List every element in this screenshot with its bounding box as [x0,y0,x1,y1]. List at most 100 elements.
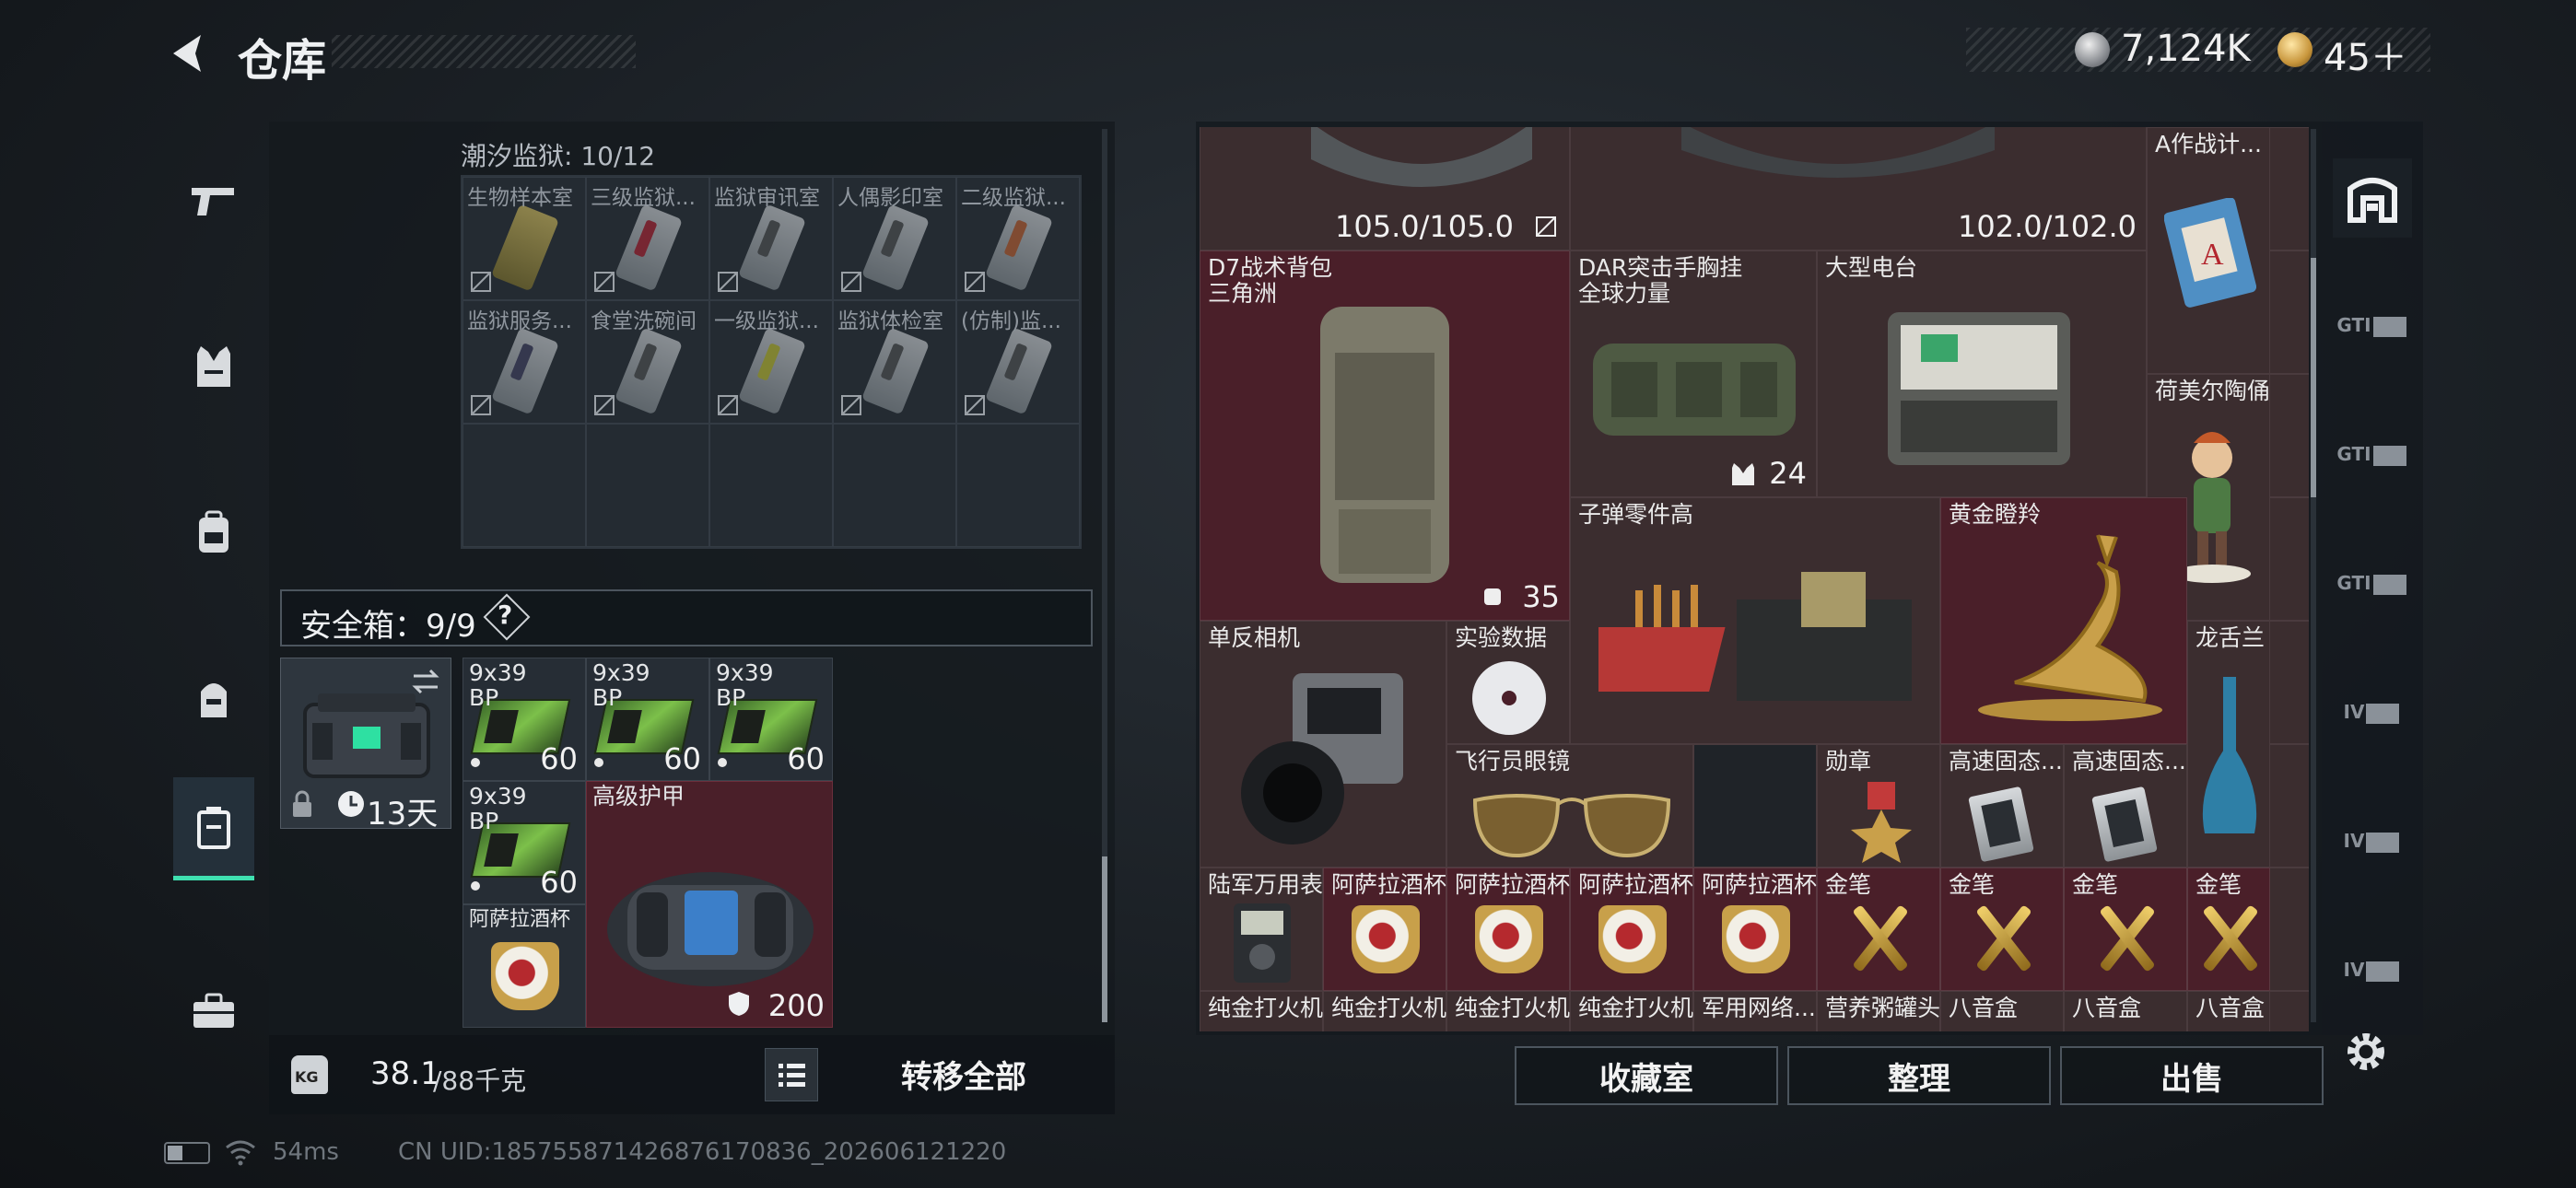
armor-item-slot[interactable]: 高级护甲 200 [586,781,833,1028]
sell-button[interactable]: 出售 [2060,1046,2324,1105]
empty-key-slot[interactable] [956,424,1080,547]
stash-grid: 105.0/105.0 102.0/102.0 A作战计... A D7战术背包… [1200,127,2309,1031]
cup-item-slot[interactable]: 阿萨拉酒杯 [1446,868,1570,991]
empty-key-slot[interactable] [833,424,956,547]
key-slot[interactable]: 食堂洗碗间 [586,300,709,424]
gold-gazelle-item-slot[interactable]: 黄金瞪羚 [1940,497,2187,744]
glasses-item-slot[interactable]: 飞行员眼镜 [1446,744,1693,868]
multimeter-item-slot[interactable]: 陆军万用表 [1200,868,1323,991]
large-item-slot[interactable]: 105.0/105.0 [1200,127,1570,250]
cup-item-slot[interactable]: 阿萨拉酒杯 [1570,868,1693,991]
key-slot[interactable]: 监狱体检室 [833,300,956,424]
safe-case-icon [197,806,230,849]
nav-toolbox[interactable] [173,971,254,1052]
data-disc-item-slot[interactable]: 实验数据 [1446,621,1570,744]
book-item-image: A [2164,198,2256,308]
gold-coin-amount[interactable]: 45＋ [2324,28,2407,81]
nav-backpack[interactable] [173,492,254,573]
ammo-slot[interactable]: 9x39 BP 60 [586,658,709,781]
list-view-button[interactable] [765,1048,818,1101]
key-slot[interactable]: 人偶影印室 [833,177,956,300]
key-slot[interactable]: 一级监狱... [709,300,833,424]
bullet-parts-item-slot[interactable]: 子弹零件高 [1570,497,1940,744]
key-slot[interactable]: 三级监狱... [586,177,709,300]
key-slot[interactable]: 生物样本室 [463,177,586,300]
cup-item-slot[interactable]: 阿萨拉酒杯 [1323,868,1446,991]
collection-room-button[interactable]: 收藏室 [1515,1046,1778,1105]
ping-readout: 54ms [273,1138,339,1166]
music-box-item-slot[interactable]: 八音盒 [1940,991,2064,1031]
helmet-bag-icon [201,683,227,717]
nav-chest-rig[interactable] [173,658,254,739]
camera-item-slot[interactable]: 单反相机 [1200,621,1446,868]
gold-pen-item-slot[interactable]: 金笔 [2064,868,2187,991]
right-scrollbar[interactable] [2311,129,2316,1022]
lock-icon [293,790,311,817]
cup-slot[interactable]: 阿萨拉酒杯 [463,904,586,1028]
radio-item-slot[interactable]: 大型电台 [1817,250,2147,497]
stash-tab-gti-2[interactable]: GTI [2333,414,2412,494]
gold-pen-item-slot[interactable]: 金笔 [2187,868,2270,991]
bullet-parts-image [1598,572,1912,701]
empty-key-slot[interactable] [463,424,586,547]
gold-pen-item-slot[interactable]: 金笔 [1817,868,1940,991]
empty-stash-slot[interactable] [1693,744,1817,868]
chest-rig-image [1593,344,1796,436]
lighter-item-slot[interactable]: 纯金打火机 [1446,991,1570,1031]
stash-tab-main[interactable] [2333,158,2412,238]
settings-gear-icon[interactable] [2340,1026,2392,1077]
transfer-all-button[interactable]: 转移全部 [829,1041,1098,1107]
stash-tab-iv-1[interactable]: IV [2333,672,2412,751]
wifi-icon [226,1140,255,1166]
gold-gazelle-image [1978,534,2162,721]
backpack-item-slot[interactable]: D7战术背包 三角洲 35 [1200,250,1570,621]
porridge-can-item-slot[interactable]: 营养粥罐头 [1817,991,1940,1031]
lighter-item-slot[interactable]: 纯金打火机 [1200,991,1323,1031]
armor-vest-icon [197,346,230,387]
disc-image [1472,661,1546,735]
camo-item-image [1311,127,1532,187]
stash-tab-gti-3[interactable]: GTI [2333,543,2412,623]
key-slot[interactable]: (仿制)监... [956,300,1080,424]
warehouse-icon [2348,178,2397,223]
stash-tab-iv-2[interactable]: IV [2333,801,2412,880]
stash-tab-gti-1[interactable]: GTI [2333,285,2412,365]
empty-key-slot[interactable] [586,424,709,547]
ammo-slot[interactable]: 9x39 BP 60 [709,658,833,781]
nav-safe-case[interactable] [173,777,254,880]
item-slot[interactable]: A作战计... A [2147,127,2270,374]
ammo-slot[interactable]: 9x39 BP 60 [463,781,586,904]
sort-button[interactable]: 整理 [1787,1046,2051,1105]
ssd-item-slot[interactable]: 高速固态... [2064,744,2187,868]
swap-icon[interactable] [410,668,441,695]
cup-item-slot[interactable]: 阿萨拉酒杯 [1693,868,1817,991]
left-scrollbar[interactable] [1102,129,1107,1022]
music-box-item-slot[interactable]: 八音盒 [2064,991,2187,1031]
network-item-slot[interactable]: 军用网络... [1693,991,1817,1031]
back-arrow-icon[interactable] [164,29,212,77]
gold-pen-item-slot[interactable]: 金笔 [1940,868,2064,991]
weight-current: 38.1 [370,1055,440,1092]
music-box-item-slot[interactable]: 八音盒 [2187,991,2270,1031]
ssd-item-slot[interactable]: 高速固态... [1940,744,2064,868]
tequila-item-slot[interactable]: 龙舌兰 [2187,621,2270,868]
svg-text:A: A [2201,238,2224,272]
stash-tab-iv-3[interactable]: IV [2333,930,2412,1009]
backpack-image [1320,307,1449,583]
clock-icon [338,791,364,817]
medal-item-slot[interactable]: 勋章 [1817,744,1940,868]
chest-rig-item-slot[interactable]: DAR突击手胸挂 全球力量 24 [1570,250,1817,497]
empty-key-slot[interactable] [709,424,833,547]
gold-coin-icon [2277,32,2313,67]
nav-armor[interactable] [173,326,254,407]
lighter-item-slot[interactable]: 纯金打火机 [1570,991,1693,1031]
category-nav [164,118,263,1131]
nav-weapons[interactable] [173,160,254,241]
large-item-slot[interactable]: 102.0/102.0 [1570,127,2147,250]
key-slot[interactable]: 监狱审讯室 [709,177,833,300]
lighter-item-slot[interactable]: 纯金打火机 [1323,991,1446,1031]
key-slot[interactable]: 监狱服务... [463,300,586,424]
ammo-slot[interactable]: 9x39 BP 60 [463,658,586,781]
folder-icon [2366,704,2400,724]
key-slot[interactable]: 二级监狱... [956,177,1080,300]
